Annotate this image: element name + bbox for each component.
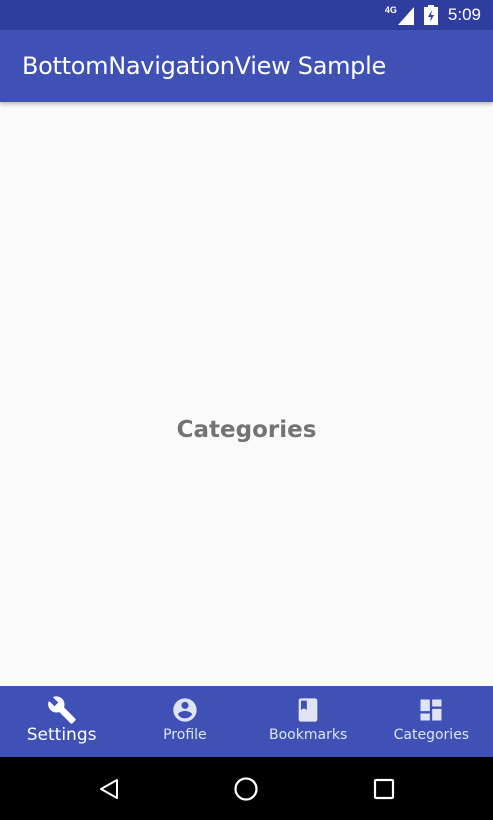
- nav-label-bookmarks: Bookmarks: [269, 727, 348, 743]
- network-indicator: 4G: [385, 5, 414, 25]
- nav-item-profile[interactable]: Profile: [123, 686, 246, 757]
- recents-icon: [374, 778, 395, 799]
- status-clock: 5:09: [447, 5, 481, 24]
- home-icon: [234, 776, 259, 801]
- nav-label-profile: Profile: [163, 727, 207, 743]
- signal-icon: [397, 7, 414, 25]
- page-label: Categories: [176, 417, 317, 443]
- home-button[interactable]: [222, 765, 270, 813]
- book-icon: [293, 695, 323, 725]
- back-icon: [99, 778, 118, 799]
- bottom-navigation: Settings Profile Bookmarks Categories: [0, 686, 493, 757]
- status-bar: 4G 5:09: [0, 0, 493, 30]
- back-button[interactable]: [85, 765, 133, 813]
- nav-item-settings[interactable]: Settings: [0, 686, 123, 757]
- recents-button[interactable]: [360, 765, 408, 813]
- nav-item-categories[interactable]: Categories: [370, 686, 493, 757]
- content-area: Categories: [0, 102, 493, 686]
- app-bar-title: BottomNavigationView Sample: [22, 52, 386, 80]
- system-navigation-bar: [0, 757, 493, 820]
- nav-item-bookmarks[interactable]: Bookmarks: [247, 686, 370, 757]
- network-type-label: 4G: [384, 5, 397, 15]
- battery-icon: [423, 5, 438, 25]
- account-circle-icon: [170, 695, 200, 725]
- nav-label-categories: Categories: [393, 727, 470, 743]
- dashboard-icon: [416, 695, 446, 725]
- app-bar: BottomNavigationView Sample: [0, 30, 493, 102]
- wrench-icon: [47, 695, 77, 725]
- nav-label-settings: Settings: [26, 725, 97, 745]
